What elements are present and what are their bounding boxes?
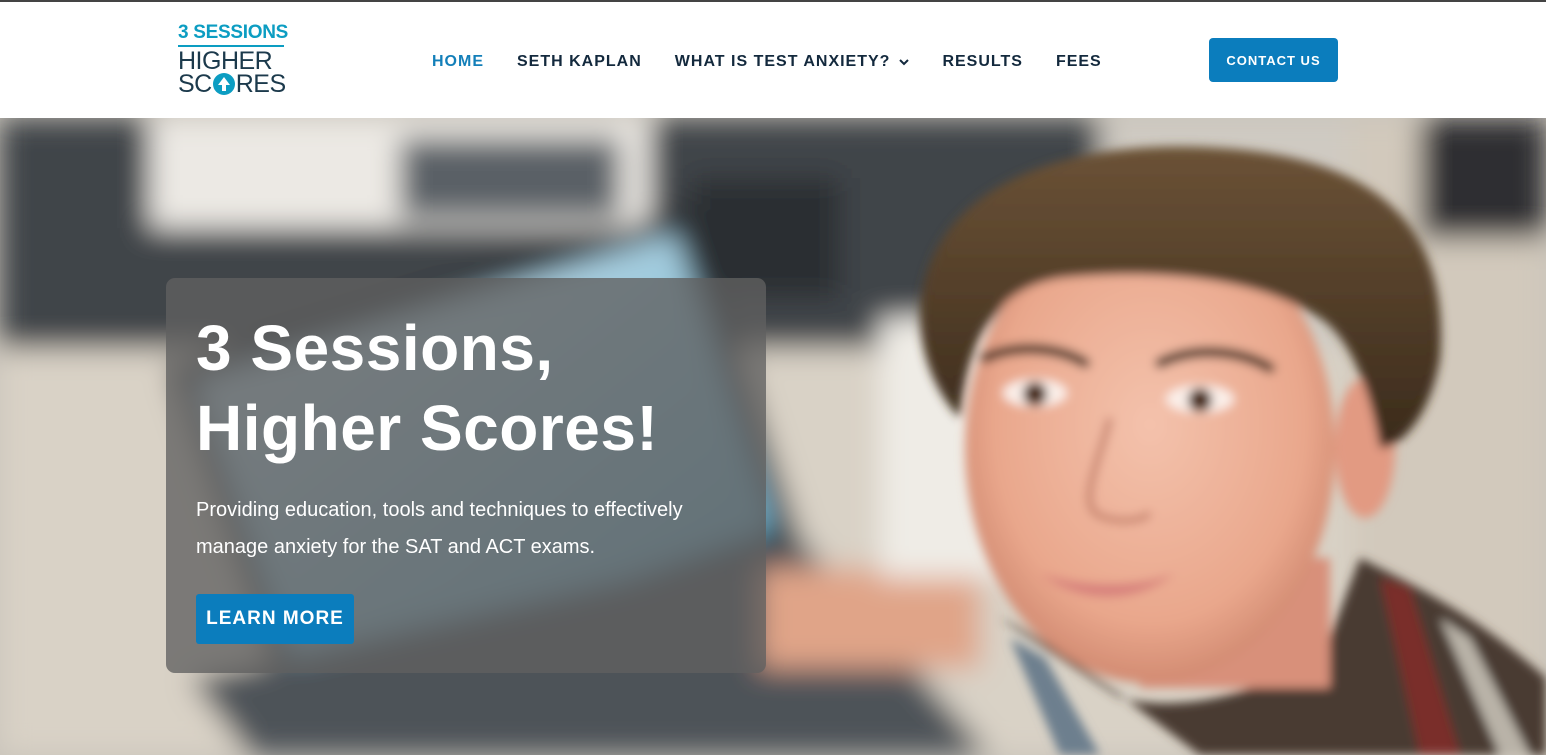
logo-line-3-end: RES — [235, 70, 286, 98]
logo-line-1: 3 SESSIONS — [178, 22, 288, 43]
contact-us-button[interactable]: CONTACT US — [1209, 38, 1338, 82]
hero-text-panel: 3 Sessions, Higher Scores! Providing edu… — [166, 278, 766, 673]
nav-item-fees[interactable]: FEES — [1056, 53, 1102, 71]
logo-line-3: SC RES — [178, 70, 286, 99]
nav-item-results[interactable]: RESULTS — [942, 53, 1022, 71]
hero-subtext: Providing education, tools and technique… — [196, 499, 683, 558]
up-arrow-icon — [212, 73, 235, 95]
site-header: 3 SESSIONS HIGHER SC RES HOME SETH KAPLAN… — [0, 2, 1546, 118]
nav-item-home[interactable]: HOME — [432, 53, 484, 71]
hero-headline-line-2: Higher Scores! — [196, 392, 659, 464]
hero-section: 3 Sessions, Higher Scores! Providing edu… — [0, 118, 1546, 755]
nav-item-seth-kaplan[interactable]: SETH KAPLAN — [517, 53, 642, 71]
hero-headline: 3 Sessions, Higher Scores! — [196, 308, 756, 468]
logo-line-3-start: SC — [178, 70, 212, 98]
nav-item-what-is-test-anxiety[interactable]: WHAT IS TEST ANXIETY? — [675, 53, 910, 71]
hero-headline-line-1: 3 Sessions, — [196, 312, 554, 384]
nav-item-label: WHAT IS TEST ANXIETY? — [674, 53, 891, 70]
site-logo[interactable]: 3 SESSIONS HIGHER SC RES — [178, 20, 288, 100]
main-nav: HOME SETH KAPLAN WHAT IS TEST ANXIETY? R… — [432, 50, 1102, 74]
chevron-down-icon — [899, 53, 910, 71]
learn-more-button[interactable]: LEARN MORE — [196, 594, 354, 644]
